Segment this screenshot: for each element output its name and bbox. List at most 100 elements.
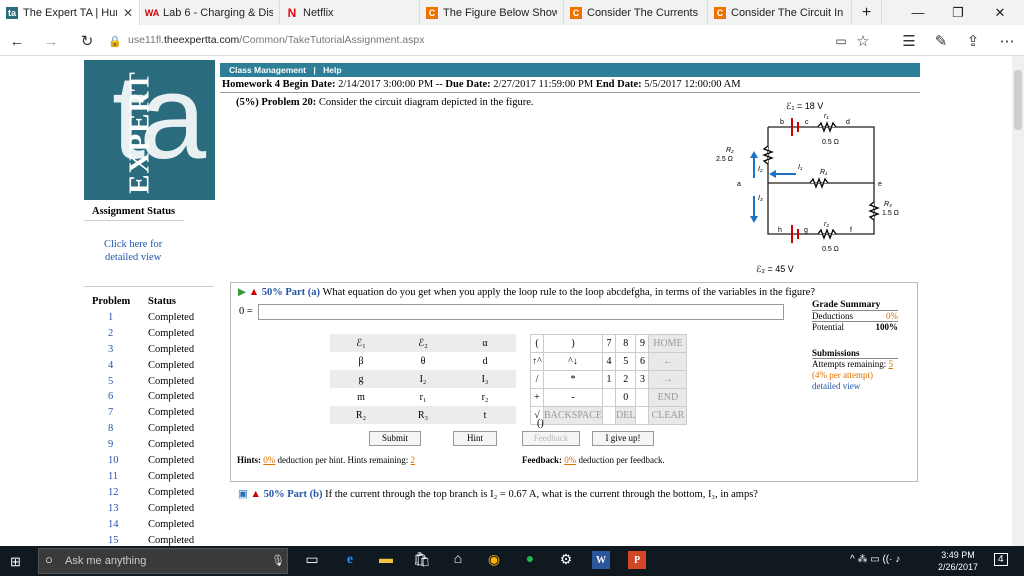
table-row[interactable]: 14 Completed [92, 517, 194, 533]
grade-detailed-view-link[interactable]: detailed view [812, 381, 898, 392]
microphone-icon[interactable]: 🎙 [271, 554, 285, 567]
parentheses-key[interactable]: () [537, 418, 544, 429]
web-note-icon[interactable]: ✎ [930, 30, 952, 52]
number-key[interactable]: 5 [614, 352, 637, 371]
number-key[interactable]: ^↓ [543, 352, 603, 371]
number-key[interactable] [635, 388, 650, 407]
share-icon[interactable]: ⇪ [962, 30, 984, 52]
symbol-key[interactable]: t [454, 406, 516, 424]
number-key[interactable]: BACKSPACE [543, 406, 603, 425]
problem-number[interactable]: 4 [92, 358, 148, 374]
symbol-key[interactable]: ℰ₁ [330, 334, 392, 352]
problem-number[interactable]: 10 [92, 453, 148, 469]
hint-button[interactable]: Hint [453, 431, 497, 446]
number-key[interactable]: 3 [635, 370, 650, 389]
forward-arrow-icon[interactable]: → [40, 30, 62, 52]
number-key[interactable] [602, 406, 616, 425]
refresh-icon[interactable]: ↻ [76, 30, 98, 52]
symbol-key[interactable]: m [330, 388, 392, 406]
file-explorer-icon[interactable]: ▬ [376, 549, 396, 571]
task-view-icon[interactable]: ▭ [302, 549, 322, 571]
table-row[interactable]: 2 Completed [92, 326, 194, 342]
action-center-icon[interactable]: 4 [994, 553, 1008, 566]
table-row[interactable]: 7 Completed [92, 405, 194, 421]
symbol-key[interactable]: R₃ [392, 406, 454, 424]
number-key[interactable]: 0 [614, 388, 637, 407]
symbol-key[interactable]: ℰ₂ [392, 334, 454, 352]
number-key[interactable]: + [530, 388, 544, 407]
problem-number[interactable]: 5 [92, 374, 148, 390]
more-icon[interactable]: ⋯ [996, 30, 1018, 52]
table-row[interactable]: 11 Completed [92, 469, 194, 485]
help-menu[interactable]: Help [323, 65, 341, 75]
reading-view-icon[interactable]: ▭ [830, 30, 852, 52]
number-key[interactable]: 4 [602, 352, 616, 371]
detailed-view-link[interactable]: Click here for detailed view [104, 238, 162, 264]
close-tab-icon[interactable]: ✕ [123, 6, 133, 20]
symbol-key[interactable]: θ [392, 352, 454, 370]
hub-icon[interactable]: ☰ [898, 30, 920, 52]
symbol-key[interactable]: R₂ [330, 406, 392, 424]
collapse-icon[interactable]: ▣ [238, 489, 248, 500]
minimize-icon[interactable]: — [898, 0, 938, 25]
number-key[interactable]: ( [530, 334, 544, 353]
symbol-key[interactable]: I₂ [392, 370, 454, 388]
table-row[interactable]: 9 Completed [92, 437, 194, 453]
problem-number[interactable]: 13 [92, 501, 148, 517]
settings-gear-icon[interactable]: ⚙ [556, 549, 576, 571]
play-triangle-icon[interactable]: ▶ [238, 287, 246, 298]
favorite-star-icon[interactable]: ☆ [852, 30, 874, 52]
store-icon[interactable]: 🛍 [412, 549, 432, 571]
tab-chegg-3[interactable]: C Consider The Circuit In Th [708, 0, 852, 25]
number-key[interactable]: / [530, 370, 544, 389]
edge-icon[interactable]: e [340, 549, 360, 571]
table-row[interactable]: 5 Completed [92, 374, 194, 390]
table-row[interactable]: 13 Completed [92, 501, 194, 517]
number-key[interactable]: DEL [614, 406, 637, 425]
give-up-button[interactable]: I give up! [592, 431, 654, 446]
class-management-menu[interactable]: Class Management [229, 65, 306, 75]
number-key[interactable]: ↑^ [530, 352, 544, 371]
problem-number[interactable]: 2 [92, 326, 148, 342]
symbol-key[interactable]: g [330, 370, 392, 388]
cortana-search[interactable]: ○ Ask me anything 🎙 [38, 548, 288, 574]
number-key[interactable]: → [648, 370, 688, 389]
problem-number[interactable]: 8 [92, 421, 148, 437]
url-field[interactable]: use11fl.theexpertta.com/Common/TakeTutor… [128, 34, 424, 46]
table-row[interactable]: 10 Completed [92, 453, 194, 469]
number-key[interactable]: 1 [602, 370, 616, 389]
problem-number[interactable]: 14 [92, 517, 148, 533]
number-key[interactable]: 8 [614, 334, 637, 353]
number-key[interactable] [635, 406, 650, 425]
symbol-key[interactable]: r₁ [392, 388, 454, 406]
number-key[interactable]: ← [648, 352, 688, 371]
symbol-key[interactable]: α [454, 334, 516, 352]
table-row[interactable]: 4 Completed [92, 358, 194, 374]
number-key[interactable]: HOME [648, 334, 688, 353]
table-row[interactable]: 6 Completed [92, 389, 194, 405]
symbol-key[interactable]: I₃ [454, 370, 516, 388]
table-row[interactable]: 1 Completed [92, 310, 194, 326]
spotify-icon[interactable]: ● [520, 549, 540, 571]
new-tab-button[interactable]: + [852, 0, 882, 25]
problem-number[interactable]: 6 [92, 389, 148, 405]
problem-number[interactable]: 11 [92, 469, 148, 485]
symbol-key[interactable]: r₂ [454, 388, 516, 406]
word-icon[interactable]: W [592, 551, 610, 569]
restore-icon[interactable]: ❐ [938, 0, 978, 25]
powerpoint-icon[interactable]: P [628, 551, 646, 569]
number-key[interactable]: ) [543, 334, 603, 353]
tab-lab6[interactable]: WA Lab 6 - Charging & Discha [140, 0, 280, 25]
scrollbar[interactable] [1012, 56, 1024, 546]
number-key[interactable]: END [648, 388, 688, 407]
problem-number[interactable]: 1 [92, 310, 148, 326]
number-key[interactable]: CLEAR [648, 406, 688, 425]
problem-number[interactable]: 12 [92, 485, 148, 501]
problem-number[interactable]: 3 [92, 342, 148, 358]
clock[interactable]: 3:49 PM 2/26/2017 [938, 549, 978, 573]
problem-number[interactable]: 7 [92, 405, 148, 421]
number-key[interactable]: - [543, 388, 603, 407]
tab-chegg-2[interactable]: C Consider The Currents In [564, 0, 708, 25]
symbol-key[interactable]: β [330, 352, 392, 370]
windows-start-icon[interactable]: ⊞ [10, 554, 21, 570]
